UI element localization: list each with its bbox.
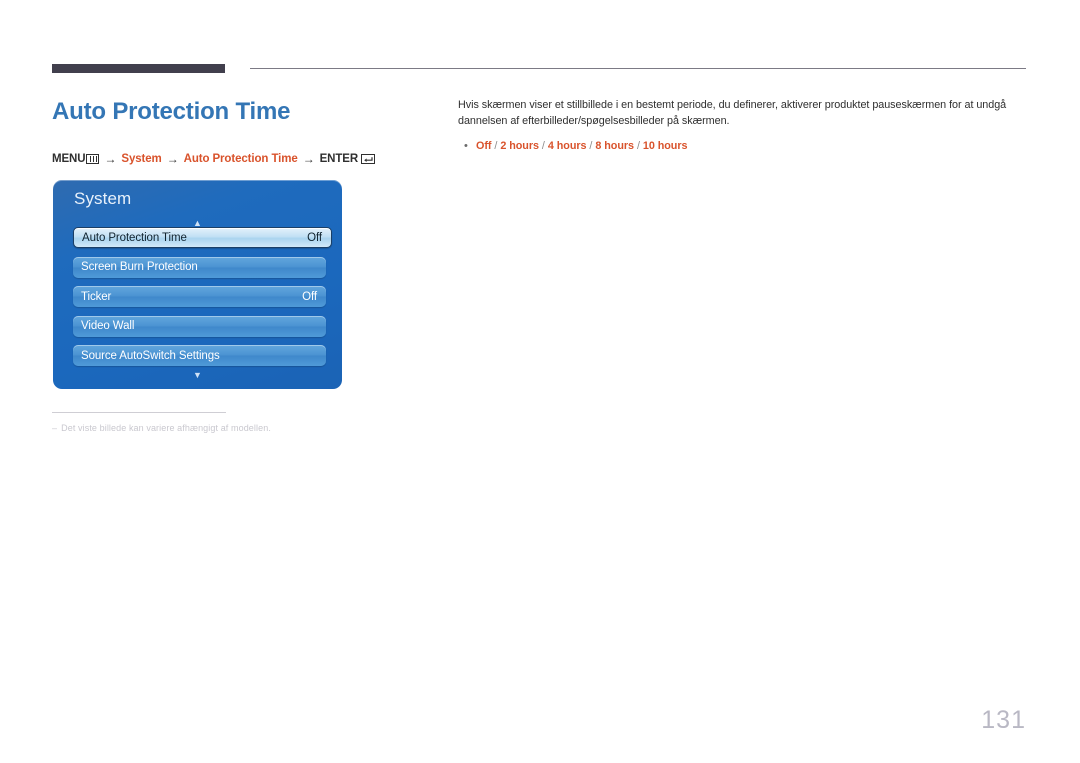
osd-menu-item-value: Off xyxy=(302,290,317,303)
option-4: 10 hours xyxy=(642,140,688,152)
breadcrumb-step-feature: Auto Protection Time xyxy=(183,153,298,165)
page-title: Auto Protection Time xyxy=(52,98,291,125)
breadcrumb-menu-label: MENU xyxy=(52,153,86,165)
osd-panel-title: System xyxy=(74,189,132,208)
breadcrumb: MENU → System → Auto Protection Time → E… xyxy=(52,152,376,166)
option-separator: / xyxy=(634,140,643,152)
osd-menu-item-label: Auto Protection Time xyxy=(82,231,187,244)
osd-panel: System ▲ Auto Protection Time Off Screen B… xyxy=(53,180,342,389)
breadcrumb-arrow-3: → xyxy=(302,152,315,166)
menu-grid-icon xyxy=(86,154,100,164)
bullet-dot-icon: • xyxy=(464,140,468,152)
footnote-dash: – xyxy=(52,423,58,433)
page-number: 131 xyxy=(981,706,1026,734)
osd-menu-item-3[interactable]: Video Wall xyxy=(73,315,326,337)
footnote: – Det viste billede kan variere afhængigt… xyxy=(52,412,352,433)
option-bullet-list: • Off / 2 hours / 4 hours / 8 hours / 10… xyxy=(458,139,1028,154)
option-separator: / xyxy=(538,140,548,152)
osd-menu-item-label: Video Wall xyxy=(81,320,135,332)
osd-menu-item-4[interactable]: Source AutoSwitch Settings xyxy=(73,345,326,366)
header-rule xyxy=(52,64,1026,75)
option-1: 2 hours xyxy=(500,140,539,152)
list-item: • Off / 2 hours / 4 hours / 8 hours / 10… xyxy=(458,139,1028,154)
osd-menu-item-2[interactable]: Ticker Off xyxy=(73,286,326,307)
breadcrumb-arrow-1: → xyxy=(104,152,117,166)
breadcrumb-step-system: System xyxy=(121,153,162,165)
breadcrumb-arrow-2: → xyxy=(166,152,179,166)
footnote-note: Det viste billede kan variere afhængigt … xyxy=(61,423,271,433)
option-separator: / xyxy=(586,140,596,152)
option-0: Off xyxy=(476,140,492,152)
body-paragraph: Hvis skærmen viser et stillbillede i en … xyxy=(458,99,1007,127)
chevron-down-icon[interactable]: ▼ xyxy=(53,371,342,380)
enter-return-icon xyxy=(361,154,376,164)
osd-menu-item-0[interactable]: Auto Protection Time Off xyxy=(73,227,332,248)
footnote-text: – Det viste billede kan variere afhængigt… xyxy=(52,423,352,433)
option-separator: / xyxy=(491,140,501,152)
option-3: 8 hours xyxy=(595,140,634,152)
osd-menu-item-1[interactable]: Screen Burn Protection xyxy=(73,256,326,278)
header-rule-thick xyxy=(52,64,225,73)
body-column: Hvis skærmen viser et stillbillede i en … xyxy=(458,98,1028,154)
osd-menu-item-label: Ticker xyxy=(81,290,112,303)
option-2: 4 hours xyxy=(547,140,587,152)
header-rule-thin xyxy=(250,68,1026,69)
osd-menu-item-value: Off xyxy=(307,231,322,244)
breadcrumb-enter-label: ENTER xyxy=(319,153,359,165)
option-values: Off / 2 hours / 4 hours / 8 hours / 10 h… xyxy=(476,139,688,154)
osd-menu-list: Auto Protection Time Off Screen Burn Prote… xyxy=(73,227,332,375)
footnote-rule xyxy=(52,412,226,413)
osd-menu-item-label: Source AutoSwitch Settings xyxy=(81,349,220,362)
osd-menu-item-label: Screen Burn Protection xyxy=(81,261,198,273)
